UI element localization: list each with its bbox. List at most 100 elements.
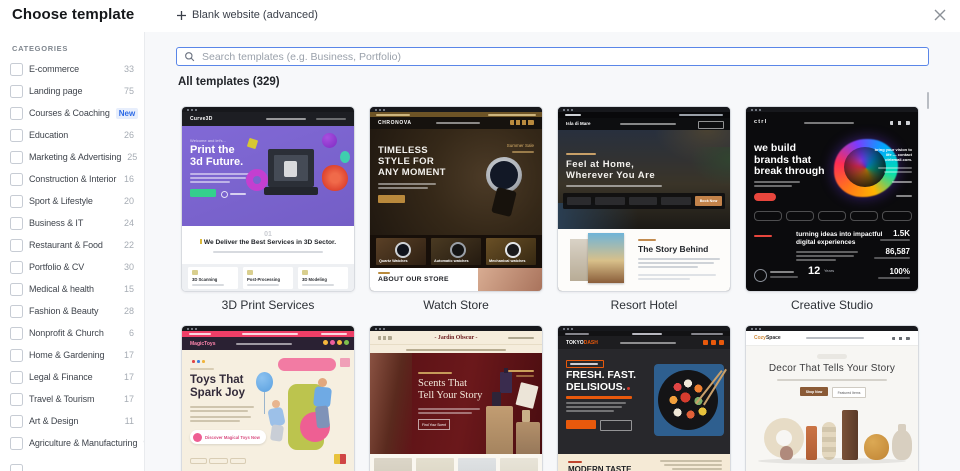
sidebar-item-nonprofit-church[interactable]: Nonprofit & Church 6 [0, 325, 144, 341]
template-card-creative-studio[interactable]: ctrl we build brands that break through br… [745, 106, 919, 313]
template-thumbnail[interactable]: TOKYODASH FRESH. FAST. DELISIOUS. MODERN… [557, 325, 731, 471]
category-checkbox[interactable] [10, 304, 23, 318]
text-placeholder [638, 274, 716, 276]
template-card-sushi[interactable]: TOKYODASH FRESH. FAST. DELISIOUS. MODERN… [557, 325, 731, 471]
template-thumbnail[interactable]: Curve3D Welcome and let's... Print the 3d… [181, 106, 355, 292]
text-placeholder [878, 167, 912, 169]
sidebar-item-e-commerce[interactable]: E-commerce 33 [0, 61, 144, 77]
text-placeholder [242, 333, 298, 335]
sidebar-item-marketing-advertising[interactable]: Marketing & Advertising 25 [0, 149, 144, 165]
text-placeholder [754, 185, 792, 187]
category-checkbox[interactable] [10, 128, 23, 142]
search-input[interactable] [200, 49, 921, 64]
sidebar-item-sport-lifestyle[interactable]: Sport & Lifestyle 20 [0, 193, 144, 209]
booking-field [629, 197, 657, 205]
sidebar-item-home-gardening[interactable]: Home & Gardening 17 [0, 347, 144, 363]
kid-figure-legs [314, 405, 331, 429]
sidebar-item-legal-finance[interactable]: Legal & Finance 17 [0, 369, 144, 385]
template-card-3d-print[interactable]: Curve3D Welcome and let's... Print the 3d… [181, 106, 355, 313]
category-checkbox[interactable] [10, 326, 23, 340]
category-checkbox[interactable] [10, 348, 23, 362]
vase-mustard-pot [864, 434, 889, 460]
templates-panel: All templates (329) Curve3D Welcome and … [145, 32, 960, 471]
product-label: Quartz Watches [379, 259, 408, 263]
blank-website-label: Blank website (advanced) [192, 9, 318, 21]
template-thumbnail[interactable]: CHRONOVA TIMELESS STYLE FOR ANY MOMENT Sum… [369, 106, 543, 292]
sidebar-item-medical-health[interactable]: Medical & health 15 [0, 281, 144, 297]
template-card-decor[interactable]: CozySpace Decor That Tells Your Story Sh… [745, 325, 919, 471]
accent-mark [754, 235, 772, 237]
social-icon-dot [330, 340, 335, 345]
category-checkbox[interactable] [10, 282, 23, 296]
categories-sidebar: CATEGORIES E-commerce 33 Landing page 75 C… [0, 32, 145, 471]
sidebar-item-education[interactable]: Education 26 [0, 127, 144, 143]
text-placeholder [192, 284, 224, 286]
sidebar-item-fashion-beauty[interactable]: Fashion & Beauty 28 [0, 303, 144, 319]
sidebar-item-business-it[interactable]: Business & IT 24 [0, 215, 144, 231]
category-checkbox[interactable] [10, 194, 23, 208]
category-checkbox[interactable] [10, 414, 23, 428]
category-checkbox[interactable] [10, 260, 23, 274]
template-card-resort-hotel[interactable]: Isla di Mare Feel at Home, Wherever You A… [557, 106, 731, 313]
sidebar-item-agriculture-manufacturing[interactable]: Agriculture & Manufacturing9 [0, 435, 144, 451]
category-checkbox[interactable] [10, 238, 23, 252]
sidebar-item-construction-interior[interactable]: Construction & Interior 16 [0, 171, 144, 187]
tag-pill [817, 354, 847, 359]
template-thumbnail[interactable]: ctrl we build brands that break through br… [745, 106, 919, 292]
text-placeholder [679, 114, 723, 116]
sidebar-item-courses-coaching[interactable]: Courses & CoachingNew8 [0, 105, 144, 121]
watch-video-icon [221, 191, 228, 198]
book-now-button: Book Now [695, 196, 722, 206]
text-placeholder [566, 185, 662, 187]
template-thumbnail[interactable]: CozySpace Decor That Tells Your Story Sh… [745, 325, 919, 471]
balloon-string [264, 392, 265, 414]
sidebar-item-portfolio-cv[interactable]: Portfolio & CV 30 [0, 259, 144, 275]
template-card-watch-store[interactable]: CHRONOVA TIMELESS STYLE FOR ANY MOMENT Sum… [369, 106, 543, 313]
sidebar-item-partial[interactable] [0, 462, 144, 471]
category-checkbox[interactable] [10, 62, 23, 76]
category-checkbox[interactable] [10, 370, 23, 384]
category-checkbox[interactable] [10, 392, 23, 406]
booking-field [595, 197, 625, 205]
close-button[interactable] [930, 6, 950, 26]
text-placeholder [190, 173, 252, 175]
hero-title: we build brands that break through [754, 142, 825, 177]
service-icon [247, 270, 253, 275]
category-label: Medical & health [29, 284, 94, 294]
category-checkbox[interactable] [10, 84, 23, 98]
category-count: 24 [123, 218, 134, 228]
template-thumbnail[interactable]: MagicToys Toys That Spark Joy Discover M… [181, 325, 355, 471]
text-placeholder [189, 333, 211, 335]
category-label: Art & Design [29, 416, 79, 426]
category-checkbox[interactable] [10, 463, 23, 471]
sidebar-item-art-design[interactable]: Art & Design 11 [0, 413, 144, 429]
scrollbar-thumb[interactable] [927, 92, 929, 109]
sidebar-item-restaurant-food[interactable]: Restaurant & Food 22 [0, 237, 144, 253]
template-thumbnail[interactable]: - Jardin Obscur - Scents That Tell Your S… [369, 325, 543, 471]
template-card-toys[interactable]: MagicToys Toys That Spark Joy Discover M… [181, 325, 355, 471]
tag-pill [818, 211, 846, 221]
red-dot-accent [626, 386, 630, 390]
window-dots-icon [558, 107, 730, 112]
blank-website-button[interactable]: Blank website (advanced) [172, 7, 322, 23]
category-checkbox[interactable] [10, 150, 23, 164]
category-checkbox[interactable] [10, 216, 23, 230]
sidebar-item-travel-tourism[interactable]: Travel & Tourism 17 [0, 391, 144, 407]
search-bar[interactable] [176, 47, 929, 66]
template-thumbnail[interactable]: Isla di Mare Feel at Home, Wherever You A… [557, 106, 731, 292]
category-checkbox[interactable] [10, 436, 23, 450]
tag-pill [209, 458, 228, 464]
template-card-perfume[interactable]: - Jardin Obscur - Scents That Tell Your S… [369, 325, 543, 471]
category-checkbox[interactable] [10, 172, 23, 186]
text-placeholder [796, 251, 858, 253]
text-placeholder [620, 342, 676, 344]
category-checkbox[interactable] [10, 106, 23, 120]
plus-icon [177, 10, 186, 20]
product-tile [500, 458, 538, 471]
text-placeholder [516, 375, 534, 377]
text-placeholder [512, 151, 534, 153]
sidebar-item-landing-page[interactable]: Landing page 75 [0, 83, 144, 99]
window-dots-icon [182, 326, 354, 331]
booking-field [567, 197, 591, 205]
pink-bar-shape [278, 358, 336, 371]
